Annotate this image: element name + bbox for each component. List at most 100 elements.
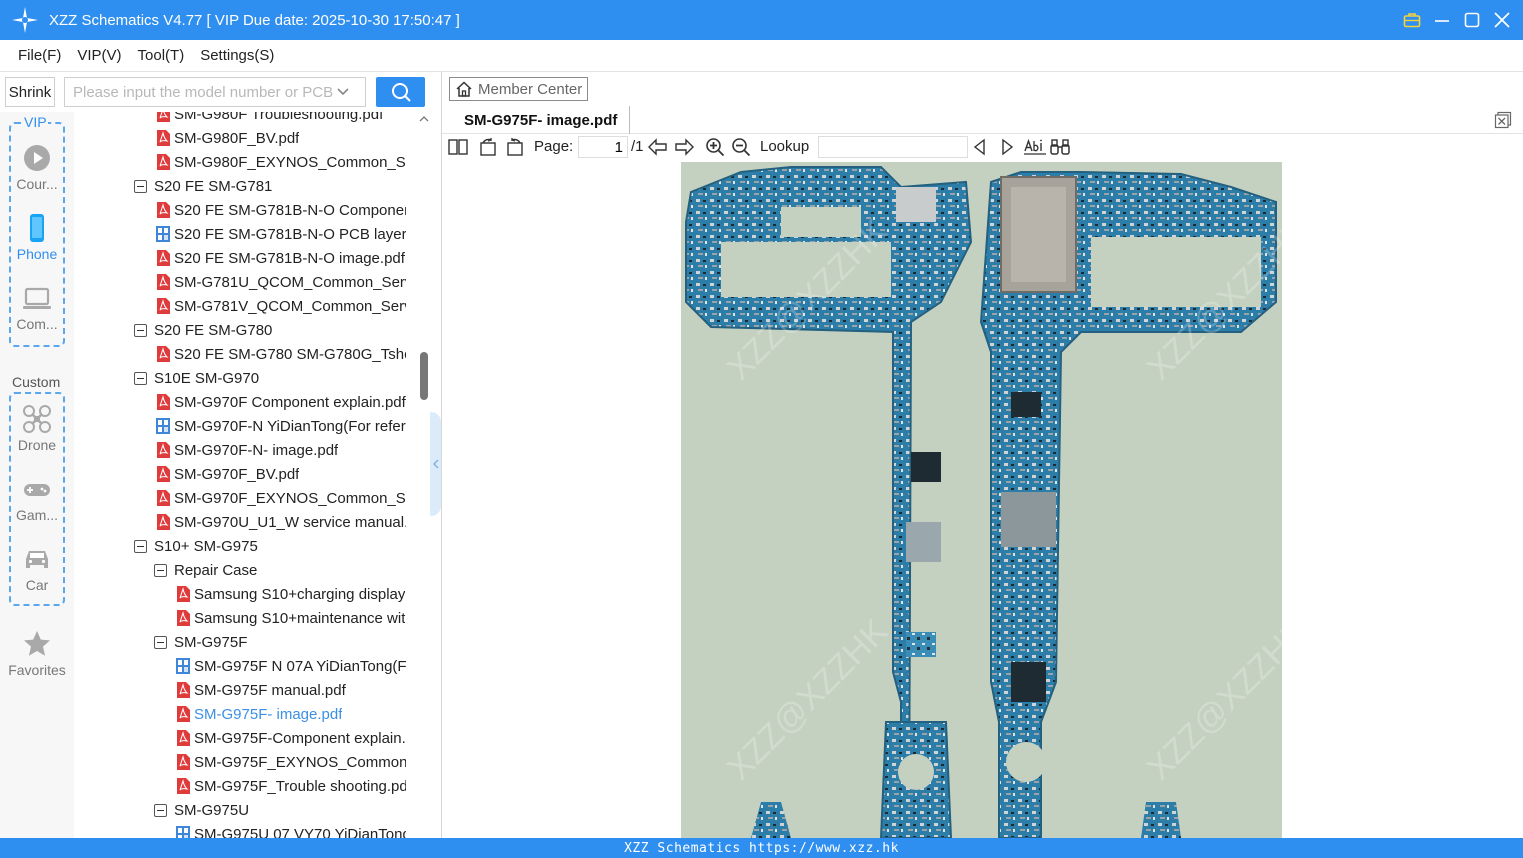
maximize-button[interactable] [1463, 11, 1481, 29]
search-input[interactable] [65, 83, 335, 101]
tree-folder[interactable]: S20 FE SM-G781 [134, 174, 272, 198]
rail-item-computer[interactable]: Com... [0, 283, 74, 332]
zoom-out-icon [732, 138, 751, 157]
tree-file[interactable]: SM-G975F-Component explain. [176, 726, 406, 750]
tree-file[interactable]: S20 FE SM-G781B-N-O Componen [156, 198, 406, 222]
rail-item-favorites[interactable]: Favorites [0, 629, 74, 678]
tree-item-label: Samsung S10+charging display [194, 585, 406, 603]
tree-file[interactable]: SM-G975F_EXYNOS_Common_S [176, 750, 406, 774]
previous-page-button[interactable] [648, 137, 668, 157]
tree-file[interactable]: SM-G975U 07 VY70 YiDianTong [176, 822, 406, 838]
menu-file[interactable]: File(F) [18, 47, 61, 64]
pdf-file-icon [176, 610, 190, 626]
tree-folder[interactable]: Repair Case [154, 558, 257, 582]
chevron-down-icon[interactable] [335, 84, 351, 100]
tree-item-label: S20 FE SM-G781B-N-O image.pdf [174, 249, 405, 267]
menu-bar: File(F) VIP(V) Tool(T) Settings(S) [0, 40, 1523, 72]
rail-item-games[interactable]: Gam... [0, 474, 74, 523]
page-label: Page: [534, 138, 574, 155]
collapse-toggle-icon[interactable] [154, 563, 167, 577]
tree-folder[interactable]: SM-G975U [154, 798, 249, 822]
collapse-toggle-icon[interactable] [134, 371, 147, 385]
lookup-input[interactable] [818, 136, 968, 158]
rail-item-courses[interactable]: Cour... [0, 143, 74, 192]
tree-item-label: S20 FE SM-G781 [154, 177, 273, 195]
pdf-file-icon [176, 778, 190, 794]
collapse-toggle-icon[interactable] [134, 179, 147, 193]
phone-icon [30, 214, 44, 242]
menu-vip[interactable]: VIP(V) [77, 47, 121, 64]
close-button[interactable] [1493, 11, 1511, 29]
pdf-file-icon [156, 202, 170, 218]
match-case-button[interactable] [1024, 137, 1046, 157]
tree-file[interactable]: SM-G975F N 07A YiDianTong(Fi [176, 654, 406, 678]
tree-folder[interactable]: S10+ SM-G975 [134, 534, 258, 558]
close-document-icon[interactable] [1494, 111, 1512, 129]
find-all-button[interactable] [1049, 137, 1071, 157]
member-center-button[interactable]: Member Center [449, 77, 588, 101]
zoom-out-button[interactable] [731, 137, 751, 157]
chevron-up-icon[interactable] [419, 114, 429, 124]
collapse-toggle-icon[interactable] [134, 323, 147, 337]
tree-item-label: SM-G970F_EXYNOS_Common_Serv [174, 489, 406, 507]
shrink-button[interactable]: Shrink [5, 77, 55, 107]
tree-item-label: S10E SM-G970 [154, 369, 260, 387]
document-canvas[interactable]: XZZ@XZZHK XZZ@XZZHK XZZ@XZZHK XZZ@XZZHK [442, 162, 1523, 838]
tree-file[interactable]: Samsung S10+maintenance wit [176, 606, 405, 630]
tree-folder[interactable]: S10E SM-G970 [134, 366, 259, 390]
viewer-toolbar: Page: /1 Lookup [442, 134, 1523, 161]
tree-file[interactable]: SM-G980F_BV.pdf [156, 126, 299, 150]
tree-scrollbar[interactable] [418, 112, 430, 838]
page-number-input[interactable] [578, 136, 628, 158]
zoom-in-button[interactable] [705, 137, 725, 157]
search-row: Shrink [0, 72, 440, 112]
tree-item-label: SM-G975F-Component explain. [194, 729, 406, 747]
triangle-left-icon [973, 138, 985, 156]
tree-folder[interactable]: SM-G975F [154, 630, 247, 654]
vip-bag-button[interactable] [1403, 11, 1421, 29]
next-page-button[interactable] [674, 137, 694, 157]
tree-item-label: SM-G975F manual.pdf [194, 681, 346, 699]
tree-file[interactable]: SM-G975F manual.pdf [176, 678, 346, 702]
find-next-button[interactable] [997, 137, 1017, 157]
tree-file[interactable]: SM-G970F Component explain.pdf [156, 390, 406, 414]
tree-file[interactable]: SM-G975F_Trouble shooting.pd [176, 774, 406, 798]
tab-document[interactable]: SM-G975F- image.pdf [452, 106, 631, 134]
minimize-button[interactable] [1433, 11, 1451, 29]
collapse-toggle-icon[interactable] [134, 539, 147, 553]
rotate-right-button[interactable] [505, 137, 525, 157]
tree-file[interactable]: SM-G781V_QCOM_Common_Servi [156, 294, 406, 318]
tree-item-label: SM-G781V_QCOM_Common_Servi [174, 297, 406, 315]
search-button[interactable] [376, 77, 425, 107]
tree-file[interactable]: SM-G970F_BV.pdf [156, 462, 299, 486]
tree-file[interactable]: SM-G980F Troubleshooting.pdf [156, 112, 383, 126]
pdf-page[interactable]: XZZ@XZZHK XZZ@XZZHK XZZ@XZZHK XZZ@XZZHK [681, 162, 1282, 838]
tree-file[interactable]: SM-G980F_EXYNOS_Common_Serv [156, 150, 406, 174]
tree-file[interactable]: Samsung S10+charging display [176, 582, 405, 606]
rail-item-car[interactable]: Car [0, 544, 74, 593]
collapse-toggle-icon[interactable] [154, 635, 167, 649]
tree-file[interactable]: SM-G781U_QCOM_Common_Servi [156, 270, 406, 294]
panel-splitter[interactable] [430, 112, 441, 838]
tree-file[interactable]: SM-G970F-N- image.pdf [156, 438, 338, 462]
rotate-left-button[interactable] [478, 137, 498, 157]
menu-tool[interactable]: Tool(T) [138, 47, 185, 64]
rotate-left-icon [480, 138, 496, 156]
find-previous-button[interactable] [970, 137, 990, 157]
tree-file[interactable]: S20 FE SM-G780 SM-G780G_Tshoo [156, 342, 406, 366]
rail-item-drone[interactable]: Drone [0, 404, 74, 453]
tree-folder[interactable]: S20 FE SM-G780 [134, 318, 272, 342]
collapse-panel-handle[interactable] [430, 412, 441, 516]
close-icon [1494, 12, 1510, 28]
tree-file[interactable]: SM-G970F_EXYNOS_Common_Serv [156, 486, 406, 510]
tree-file[interactable]: S20 FE SM-G781B-N-O image.pdf [156, 246, 405, 270]
scroll-thumb[interactable] [420, 352, 428, 400]
two-page-view-button[interactable] [448, 137, 468, 157]
tree-file[interactable]: SM-G975F- image.pdf [176, 702, 342, 726]
rail-item-phone[interactable]: Phone [0, 213, 74, 262]
tree-file[interactable]: SM-G970F-N YiDianTong(For refer [156, 414, 406, 438]
collapse-toggle-icon[interactable] [154, 803, 167, 817]
tree-file[interactable]: SM-G970U_U1_W service manual.p [156, 510, 406, 534]
tree-file[interactable]: S20 FE SM-G781B-N-O PCB layer.p [156, 222, 406, 246]
menu-settings[interactable]: Settings(S) [200, 47, 274, 64]
